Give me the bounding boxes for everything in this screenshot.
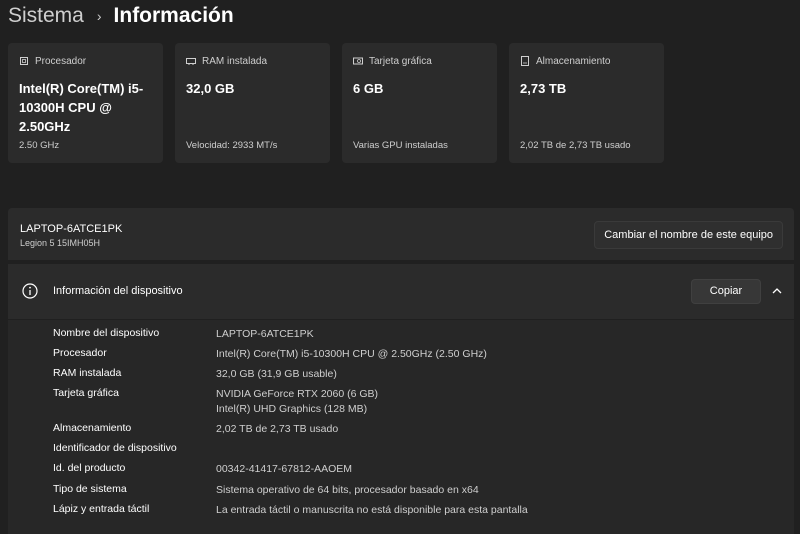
graphics-card-label: Tarjeta gráfica [369, 55, 432, 67]
ram-card-label: RAM instalada [202, 55, 268, 67]
graphics-card-footer: Varias GPU instaladas [353, 140, 448, 151]
detail-label: Tarjeta gráfica [53, 387, 119, 399]
detail-label: RAM instalada [53, 367, 122, 379]
detail-label: Identificador de dispositivo [53, 442, 177, 454]
device-info-title: Información del dispositivo [53, 285, 183, 297]
ram-card: RAM instalada 32,0 GB Velocidad: 2933 MT… [175, 43, 330, 163]
processor-icon [20, 57, 28, 65]
rename-pc-button[interactable]: Cambiar el nombre de este equipo [594, 221, 783, 249]
spec-cards: Procesador Intel(R) Core(TM) i5-10300H C… [8, 43, 664, 163]
ram-icon [186, 58, 196, 65]
breadcrumb: Sistema › Información [8, 2, 234, 30]
graphics-card: Tarjeta gráfica 6 GB Varias GPU instalad… [342, 43, 497, 163]
storage-card-footer: 2,02 TB de 2,73 TB usado [520, 140, 631, 151]
storage-card-label: Almacenamiento [536, 55, 611, 67]
processor-card-value: Intel(R) Core(TM) i5-10300H CPU @ 2.50GH… [19, 81, 144, 134]
device-name: LAPTOP-6ATCE1PK [20, 223, 123, 235]
detail-label: Id. del producto [53, 462, 126, 474]
storage-card: Almacenamiento 2,73 TB 2,02 TB de 2,73 T… [509, 43, 664, 163]
chevron-right-icon: › [96, 8, 102, 24]
device-name-section: LAPTOP-6ATCE1PK Legion 5 15IMH05H Cambia… [8, 208, 794, 260]
detail-label: Tipo de sistema [53, 483, 127, 495]
detail-value: 2,02 TB de 2,73 TB usado [216, 423, 339, 435]
detail-label: Almacenamiento [53, 422, 132, 434]
detail-value: Sistema operativo de 64 bits, procesador… [216, 484, 479, 496]
detail-label: Nombre del dispositivo [53, 327, 160, 339]
storage-icon [521, 56, 529, 66]
page-title: Información [113, 4, 234, 27]
processor-card-label: Procesador [35, 55, 87, 67]
device-model: Legion 5 15IMH05H [20, 238, 101, 248]
processor-card: Procesador Intel(R) Core(TM) i5-10300H C… [8, 43, 163, 163]
graphics-card-value: 6 GB [353, 81, 384, 96]
device-info-details: Nombre del dispositivo LAPTOP-6ATCE1PK P… [8, 320, 794, 534]
detail-value-secondary: Intel(R) UHD Graphics (128 MB) [216, 403, 368, 415]
detail-value: 00342-41417-67812-AAOEM [216, 463, 353, 475]
copy-button[interactable]: Copiar [691, 279, 761, 304]
ram-card-value: 32,0 GB [186, 81, 235, 96]
detail-label: Procesador [53, 347, 107, 359]
detail-value: NVIDIA GeForce RTX 2060 (6 GB) [216, 388, 379, 400]
storage-card-value: 2,73 TB [520, 81, 567, 96]
breadcrumb-sistema-link[interactable]: Sistema [8, 4, 84, 28]
detail-label: Lápiz y entrada táctil [53, 503, 150, 515]
chevron-up-icon[interactable] [770, 284, 784, 298]
detail-value: La entrada táctil o manuscrita no está d… [216, 504, 528, 516]
ram-card-footer: Velocidad: 2933 MT/s [186, 140, 278, 151]
detail-value: 32,0 GB (31,9 GB usable) [216, 368, 337, 380]
detail-value: Intel(R) Core(TM) i5-10300H CPU @ 2.50GH… [216, 348, 487, 360]
graphics-card-icon [353, 57, 363, 65]
processor-card-footer: 2.50 GHz [19, 140, 60, 151]
device-info-header[interactable]: Información del dispositivo Copiar [8, 264, 794, 319]
detail-value: LAPTOP-6ATCE1PK [216, 328, 314, 340]
info-icon [22, 283, 38, 299]
